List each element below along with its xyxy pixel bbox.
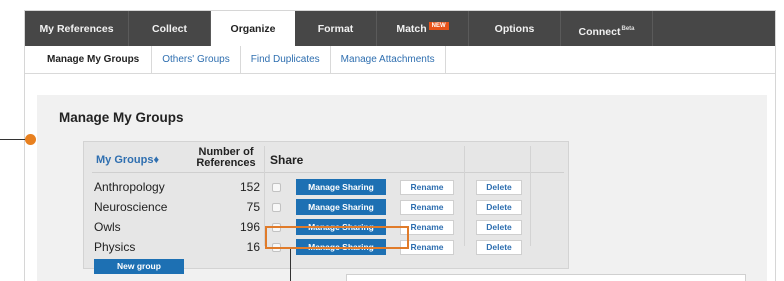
reference-count: 75 [246, 200, 260, 214]
tab-match[interactable]: Match NEW [377, 11, 469, 46]
table-row: Anthropology 152 Manage Sharing Rename D… [84, 177, 570, 197]
callout-highlight-box [265, 226, 409, 249]
column-header-number-of-references: Number of References [186, 147, 266, 169]
header-divider [92, 172, 564, 173]
delete-button[interactable]: Delete [476, 240, 522, 255]
reference-count: 152 [239, 180, 260, 194]
groups-table: My Groups♦ Number of References Share An… [83, 141, 570, 274]
tab-organize[interactable]: Organize [211, 11, 295, 46]
tab-options[interactable]: Options [469, 11, 561, 46]
column-header-num-line2: References [196, 157, 256, 169]
subtab-manage-attachments[interactable]: Manage Attachments [331, 46, 446, 74]
column-header-my-groups[interactable]: My Groups♦ [96, 155, 159, 166]
subtab-find-duplicates[interactable]: Find Duplicates [241, 46, 331, 74]
group-name[interactable]: Anthropology [94, 180, 165, 194]
page-title: Manage My Groups [59, 110, 184, 125]
reference-count: 196 [239, 220, 260, 234]
new-group-button[interactable]: New group [94, 259, 184, 274]
rename-button[interactable]: Rename [400, 200, 454, 215]
manage-sharing-button[interactable]: Manage Sharing [296, 179, 386, 195]
subtab-manage-my-groups[interactable]: Manage My Groups [25, 46, 153, 74]
share-checkbox[interactable] [272, 183, 281, 192]
group-name[interactable]: Neuroscience [94, 200, 167, 214]
tab-my-references[interactable]: My References [25, 11, 129, 46]
lower-panel [346, 274, 746, 281]
tab-format[interactable]: Format [295, 11, 377, 46]
callout-line [0, 139, 28, 140]
table-row: Neuroscience 75 Manage Sharing Rename De… [84, 197, 570, 217]
column-header-share: Share [270, 153, 304, 167]
rename-button[interactable]: Rename [400, 180, 454, 195]
subtab-others-groups[interactable]: Others' Groups [152, 46, 241, 74]
tab-collect[interactable]: Collect [129, 11, 211, 46]
callout-line [290, 249, 291, 281]
reference-count: 16 [246, 240, 260, 254]
group-name[interactable]: Owls [94, 220, 121, 234]
share-checkbox[interactable] [272, 203, 281, 212]
beta-label: Beta [621, 26, 635, 32]
sub-navigation: Manage My Groups Others' Groups Find Dup… [25, 46, 775, 74]
content-area: Manage My Groups My Groups♦ Number of Re… [37, 95, 767, 281]
manage-sharing-button[interactable]: Manage Sharing [296, 199, 386, 215]
delete-button[interactable]: Delete [476, 200, 522, 215]
topnav-filler [653, 11, 775, 46]
callout-dot-icon [25, 134, 36, 145]
new-badge: NEW [428, 22, 449, 30]
tab-connect[interactable]: ConnectBeta [561, 11, 653, 46]
top-navigation: My References Collect Organize Format Ma… [25, 11, 775, 46]
delete-button[interactable]: Delete [476, 180, 522, 195]
group-name[interactable]: Physics [94, 240, 135, 254]
delete-button[interactable]: Delete [476, 220, 522, 235]
